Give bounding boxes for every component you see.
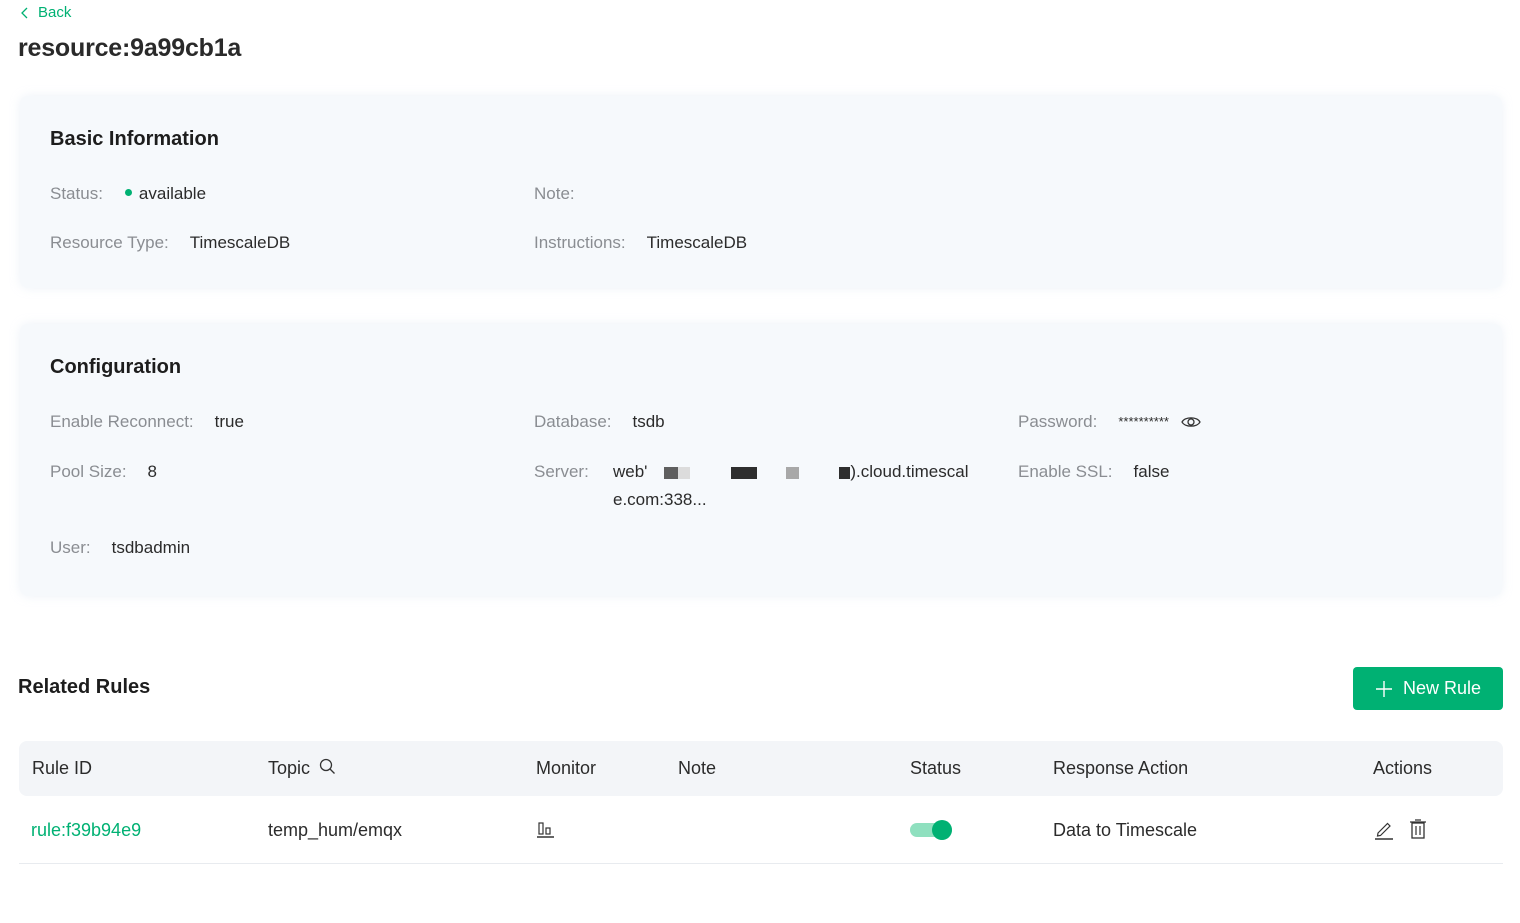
password-value: ********** [1118, 414, 1169, 429]
status-dot-icon [124, 189, 132, 197]
server-value: web' ).cloud.timescal e.com:338... [613, 458, 1003, 514]
user-field: User: tsdbadmin [50, 534, 190, 562]
redaction-mask [785, 466, 799, 479]
enable-reconnect-value: true [214, 412, 244, 431]
column-header-status: Status [910, 758, 962, 778]
pool-size-label: Pool Size: [50, 462, 127, 481]
resource-type-field: Resource Type: TimescaleDB [50, 229, 290, 257]
new-rule-button[interactable]: New Rule [1353, 667, 1503, 710]
column-header-rule-id: Rule ID [32, 758, 93, 778]
redaction-mask [664, 466, 679, 479]
resource-type-value: TimescaleDB [189, 233, 291, 252]
toggle-knob [932, 820, 952, 840]
redaction-mask [730, 466, 757, 479]
page-title: resource:9a99cb1a [18, 34, 242, 62]
monitor-icon[interactable] [536, 818, 556, 840]
database-value: tsdb [632, 412, 665, 431]
configuration-title: Configuration [50, 356, 182, 378]
column-header-response-action: Response Action [1053, 758, 1189, 778]
column-header-note: Note [678, 758, 717, 778]
status-badge: available [124, 180, 207, 208]
eye-icon[interactable] [1181, 414, 1201, 430]
status-label: Status: [50, 184, 103, 203]
table-row: rule:f39b94e9 temp_hum/emqx Data to Time… [19, 796, 1503, 864]
edit-icon[interactable] [1373, 818, 1395, 840]
back-label: Back [38, 4, 72, 21]
new-rule-label: New Rule [1402, 678, 1482, 698]
password-label: Password: [1018, 412, 1098, 431]
rule-id-link[interactable]: rule:f39b94e9 [31, 796, 141, 864]
pool-size-field: Pool Size: 8 [50, 458, 157, 486]
enable-ssl-value: false [1133, 462, 1170, 481]
configuration-card: Configuration Enable Reconnect: true Dat… [20, 324, 1502, 596]
server-value-suffix: ).cloud.timescal [850, 462, 969, 481]
back-link[interactable]: Back [20, 4, 71, 21]
enable-reconnect-label: Enable Reconnect: [50, 412, 194, 431]
plus-icon [1375, 680, 1392, 697]
resource-type-label: Resource Type: [50, 233, 169, 252]
column-header-monitor: Monitor [536, 758, 597, 778]
note-label: Note: [534, 184, 575, 203]
topic-cell: temp_hum/emqx [268, 820, 403, 840]
pool-size-value: 8 [147, 462, 158, 481]
column-header-topic-label: Topic [268, 758, 311, 778]
status-value: available [138, 184, 207, 203]
server-value-prefix: web' [613, 462, 648, 481]
column-header-topic: Topic [268, 741, 336, 796]
basic-information-card: Basic Information Status: available Note… [20, 96, 1502, 288]
user-value: tsdbadmin [111, 538, 191, 557]
enable-ssl-field: Enable SSL: false [1018, 458, 1169, 486]
instructions-label: Instructions: [534, 233, 626, 252]
status-toggle[interactable] [910, 820, 952, 840]
note-field: Note: [534, 180, 595, 208]
related-rules-title: Related Rules [18, 676, 151, 698]
search-icon[interactable] [319, 758, 336, 775]
server-value-line2: e.com:338... [613, 490, 707, 509]
server-field: Server: [534, 458, 589, 486]
database-label: Database: [534, 412, 612, 431]
response-action-cell: Data to Timescale [1053, 820, 1198, 840]
chevron-left-icon [21, 7, 28, 18]
redaction-mask [839, 466, 851, 479]
user-label: User: [50, 538, 91, 557]
delete-icon[interactable] [1407, 818, 1429, 840]
basic-information-title: Basic Information [50, 128, 219, 150]
password-field: Password: ********** [1018, 408, 1201, 436]
related-rules-table: Rule ID Topic Monitor Note Status Respon… [19, 741, 1503, 864]
redaction-mask [678, 466, 691, 479]
instructions-value: TimescaleDB [646, 233, 748, 252]
enable-ssl-label: Enable SSL: [1018, 462, 1113, 481]
instructions-field: Instructions: TimescaleDB [534, 229, 747, 257]
database-field: Database: tsdb [534, 408, 665, 436]
status-field: Status: available [50, 180, 206, 208]
enable-reconnect-field: Enable Reconnect: true [50, 408, 244, 436]
column-header-actions: Actions [1373, 758, 1433, 778]
table-header: Rule ID Topic Monitor Note Status Respon… [19, 741, 1503, 796]
server-label: Server: [534, 462, 589, 481]
